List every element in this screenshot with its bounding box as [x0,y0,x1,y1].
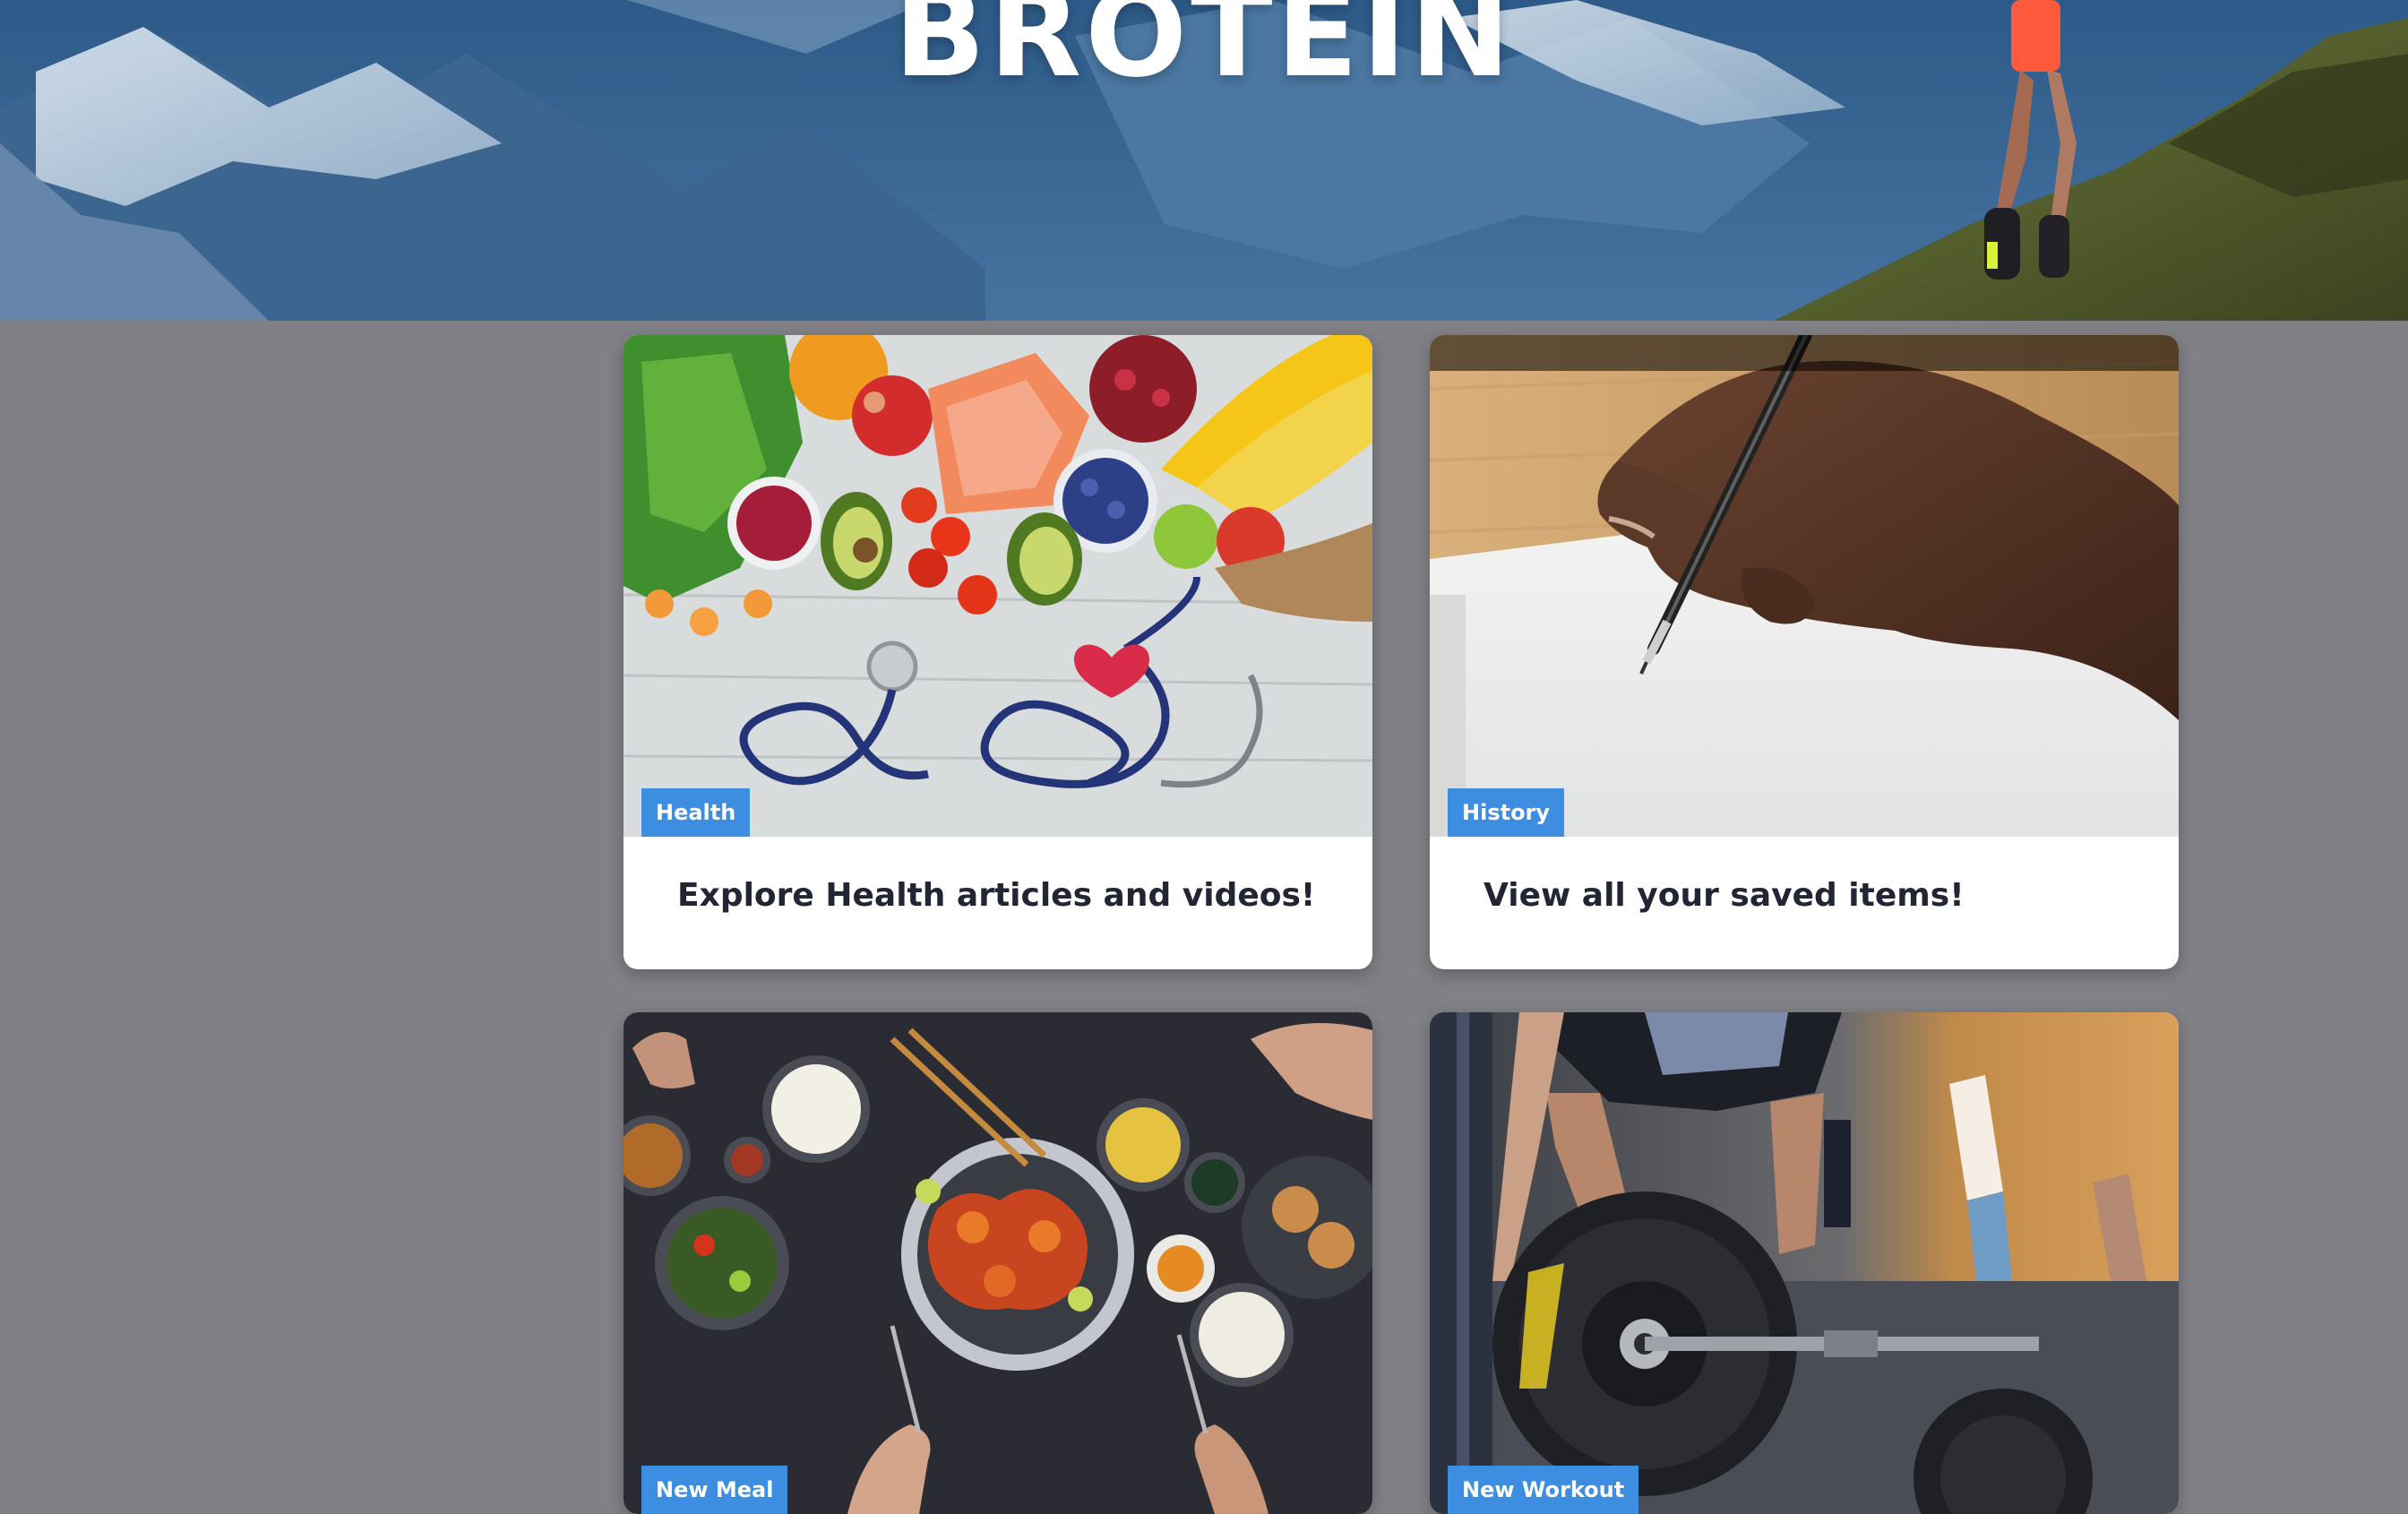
new-workout-card[interactable]: New Workout [1430,1012,2179,1514]
category-tag: New Meal [641,1466,788,1514]
card-title: View all your saved items! [1484,876,1965,914]
card-image: New Workout [1430,1012,2179,1514]
card-image: New Meal [624,1012,1372,1514]
category-tag: New Workout [1448,1466,1639,1514]
category-tag: Health [641,788,751,837]
health-card[interactable]: Health Explore Health articles and video… [624,335,1372,969]
barbell-workout-image [1430,1012,2179,1514]
card-body: Explore Health articles and videos! [624,837,1372,969]
hand-writing-pen-image [1430,335,2179,837]
new-meal-card[interactable]: New Meal [624,1012,1372,1514]
card-image: Health [624,335,1372,837]
hero-banner: BROTEIN [0,0,2408,321]
history-card[interactable]: History View all your saved items! [1430,335,2179,969]
card-title: Explore Health articles and videos! [677,876,1316,914]
card-image: History [1430,335,2179,837]
healthy-food-stethoscope-image [624,335,1372,837]
category-tag: History [1448,788,1565,837]
shared-meal-table-image [624,1012,1372,1514]
brand-title: BROTEIN [893,0,1515,104]
card-body: View all your saved items! [1430,837,2179,969]
